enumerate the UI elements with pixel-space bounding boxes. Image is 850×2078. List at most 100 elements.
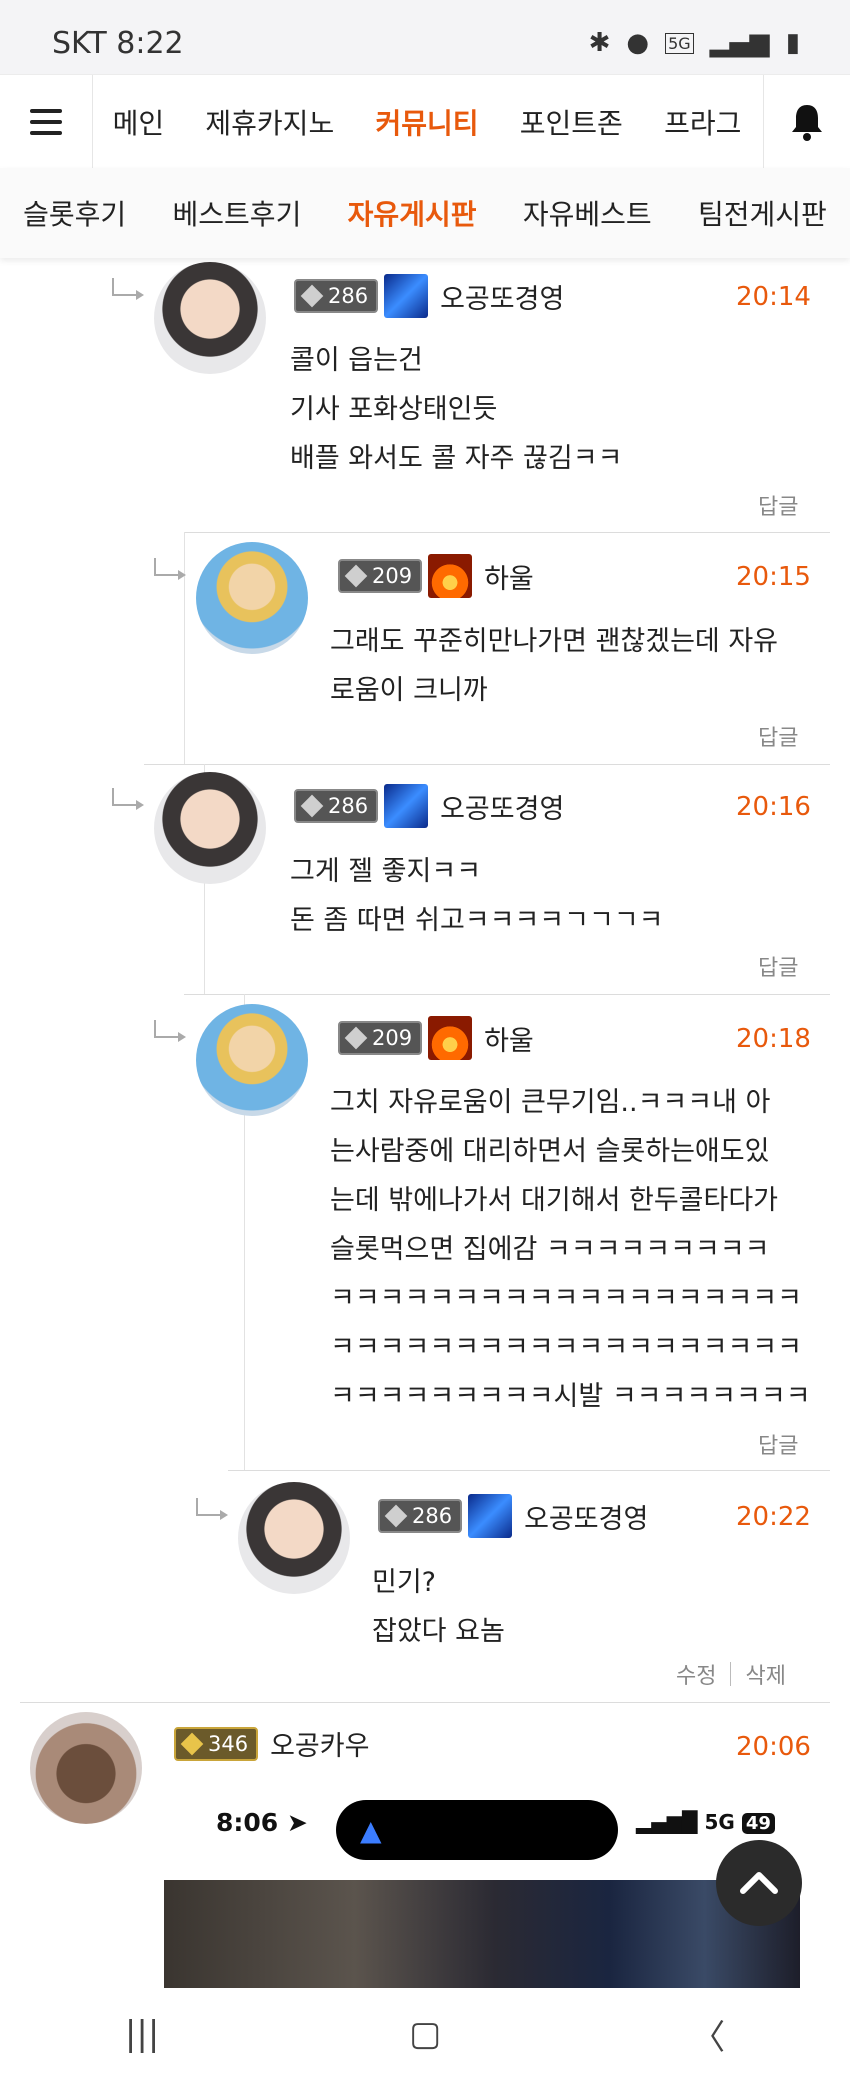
tab-point-zone[interactable]: 포인트존	[520, 102, 623, 142]
level-badge: 286	[294, 279, 379, 313]
level-gem-icon	[300, 794, 324, 818]
comment-image[interactable]: 8:06 ➤ ▲ ▂▄▆█ 5G 49	[164, 1778, 800, 1988]
embedded-time: 8:06 ➤	[216, 1808, 308, 1837]
comment-line: 콜이 읍는건	[290, 345, 423, 376]
comment-author: 286 오공또경영	[294, 784, 564, 828]
comment-line: 배플 와서도 콜 자주 끊김ㅋㅋ	[290, 443, 623, 474]
rank-badge-icon	[428, 1016, 473, 1060]
nickname[interactable]: 오공또경영	[440, 787, 564, 826]
reply-button[interactable]: 답글	[758, 1428, 798, 1460]
delete-button[interactable]: 삭제	[745, 1658, 785, 1690]
status-icons: ✱ ● 5G ▂▄▆ ▮	[589, 28, 800, 58]
avatar[interactable]	[154, 262, 266, 374]
sub-nav: 슬롯후기 베스트후기 자유게시판 자유베스트 팀전게시판	[0, 168, 850, 258]
divider	[144, 764, 830, 765]
embedded-status-bar: 8:06 ➤ ▲ ▂▄▆█ 5G 49	[164, 1778, 800, 1878]
level-number: 209	[372, 1026, 413, 1050]
comment-line: 그게 젤 좋지ㅋㅋ	[290, 856, 482, 887]
reply-arrow-icon	[154, 1020, 186, 1042]
battery-icon: 49	[741, 1813, 775, 1834]
back-icon[interactable]: 〈	[691, 2010, 725, 2059]
tab-partner-casino[interactable]: 제휴카지노	[205, 102, 334, 142]
level-gem-icon	[300, 284, 324, 308]
photo-content	[164, 1880, 800, 1988]
scroll-top-button[interactable]	[716, 1840, 802, 1926]
avatar[interactable]	[238, 1482, 350, 1594]
reply-button[interactable]: 답글	[758, 720, 798, 752]
level-gem-icon	[344, 564, 368, 588]
comment-actions: 수정 삭제	[676, 1658, 786, 1690]
level-badge: 209	[338, 1021, 423, 1055]
comment-author: 286 오공또경영	[294, 274, 564, 318]
comment-line: 기사 포화상태인듯	[290, 394, 498, 425]
menu-icon[interactable]	[0, 75, 93, 169]
rank-badge-icon	[384, 784, 429, 828]
subtab-team-board[interactable]: 팀전게시판	[698, 193, 827, 233]
reply-button[interactable]: 답글	[758, 950, 798, 982]
bell-icon[interactable]	[763, 75, 850, 169]
recent-apps-icon[interactable]: |||	[125, 2014, 159, 2054]
comment-time: 20:16	[736, 792, 811, 822]
tab-main[interactable]: 메인	[113, 102, 165, 142]
subtab-best-review[interactable]: 베스트후기	[173, 193, 302, 233]
carrier-time: SKT 8:22	[52, 26, 184, 61]
edit-button[interactable]: 수정	[676, 1658, 716, 1690]
comment-author: 209 하울	[338, 1016, 534, 1060]
comment-body: 그치 자유로움이 큰무기임..ㅋㅋㅋ내 아 는사람중에 대리하면서 슬롯하는애도…	[330, 1078, 811, 1421]
comment-time: 20:18	[736, 1024, 811, 1054]
status-bar: SKT 8:22 ✱ ● 5G ▂▄▆ ▮	[0, 0, 850, 74]
comment-author: 209 하울	[338, 554, 534, 598]
tab-community[interactable]: 커뮤니티	[375, 102, 478, 142]
avatar[interactable]	[196, 542, 308, 654]
nickname[interactable]: 오공또경영	[524, 1497, 648, 1536]
location-arrow-icon: ➤	[286, 1808, 308, 1837]
chevron-up-icon	[740, 1872, 778, 1894]
bluetooth-icon: ✱	[588, 28, 611, 58]
rank-badge-icon	[428, 554, 473, 598]
battery-icon: ▮	[785, 28, 800, 58]
comment-time: 20:06	[736, 1732, 811, 1762]
divider	[184, 994, 830, 995]
comment-body: 민기? 잡았다 요놈	[372, 1558, 505, 1656]
reply-arrow-icon	[112, 788, 144, 810]
top-nav-items: 메인 제휴카지노 커뮤니티 포인트존 프라그	[92, 75, 762, 169]
nickname[interactable]: 하울	[484, 1019, 534, 1058]
home-icon[interactable]: ▢	[409, 2014, 441, 2054]
subtab-free-best[interactable]: 자유베스트	[523, 193, 652, 233]
divider	[20, 1702, 830, 1703]
tab-prag[interactable]: 프라그	[664, 102, 741, 142]
divider	[184, 532, 830, 533]
comment-time: 20:15	[736, 562, 811, 592]
comment-line: 는데 밖에나가서 대기해서 한두콜타다가	[330, 1185, 779, 1216]
level-gem-icon	[344, 1026, 368, 1050]
comment-author: 286 오공또경영	[378, 1494, 648, 1538]
subtab-slot-review[interactable]: 슬롯후기	[23, 193, 126, 233]
comment-time: 20:14	[736, 282, 811, 312]
comment-line: 잡았다 요놈	[372, 1616, 505, 1647]
comment-body: 콜이 읍는건 기사 포화상태인듯 배플 와서도 콜 자주 끊김ㅋㅋ	[290, 336, 622, 483]
level-gem-icon	[384, 1504, 408, 1528]
subtab-free-board[interactable]: 자유게시판	[348, 193, 477, 233]
reply-arrow-icon	[196, 1498, 228, 1520]
level-number: 286	[328, 284, 369, 308]
level-number: 346	[208, 1731, 249, 1756]
avatar[interactable]	[30, 1712, 142, 1824]
comment-time: 20:22	[736, 1502, 811, 1532]
avatar[interactable]	[154, 772, 266, 884]
comment-line: 돈 좀 따면 쉬고ㅋㅋㅋㅋㄱㄱㄱㅋ	[290, 905, 664, 936]
comment-line: 그치 자유로움이 큰무기임..ㅋㅋㅋ내 아	[330, 1087, 771, 1118]
nickname[interactable]: 오공또경영	[440, 277, 564, 316]
avatar[interactable]	[196, 1004, 308, 1116]
signal-icon: ▂▄▆	[709, 28, 770, 58]
reply-arrow-icon	[112, 278, 144, 300]
nickname[interactable]: 오공카우	[270, 1724, 369, 1763]
level-number: 209	[372, 564, 413, 588]
comment-body: 그게 젤 좋지ㅋㅋ 돈 좀 따면 쉬고ㅋㅋㅋㅋㄱㄱㄱㅋ	[290, 847, 664, 945]
comment-line: 로움이 크니까	[330, 675, 488, 706]
level-number: 286	[412, 1504, 453, 1528]
embedded-time-value: 8:06	[216, 1808, 279, 1837]
reply-button[interactable]: 답글	[758, 489, 798, 521]
level-badge: 346	[174, 1726, 259, 1761]
nickname[interactable]: 하울	[484, 557, 534, 596]
signal-icon: ▂▄▆█	[636, 1810, 698, 1834]
